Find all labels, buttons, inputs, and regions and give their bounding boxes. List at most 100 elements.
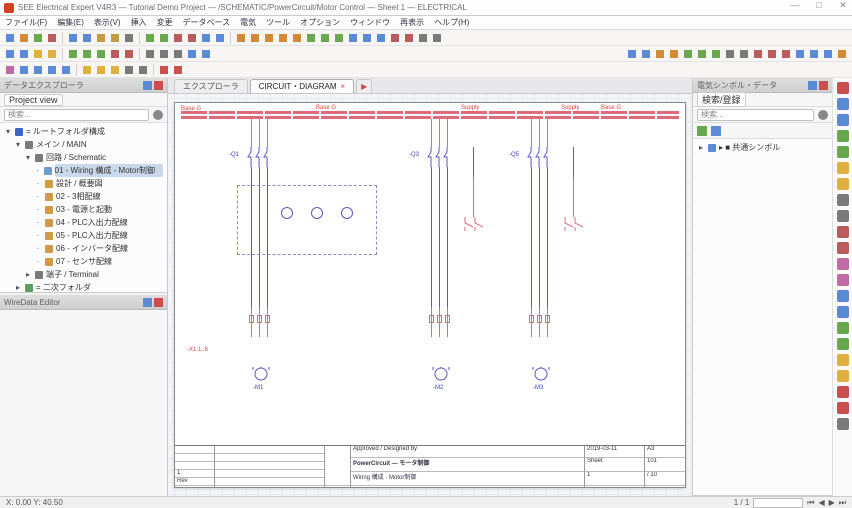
tree-row[interactable]: ·04 - PLC入出力配線	[4, 216, 163, 229]
left-subtab[interactable]: Project view	[4, 94, 63, 106]
tool-icon[interactable]	[60, 64, 72, 76]
breaker-symbol[interactable]	[247, 147, 273, 167]
doc-tab-active[interactable]: CIRCUIT・DIAGRAM×	[250, 79, 354, 93]
tool-icon[interactable]	[32, 64, 44, 76]
tool-icon[interactable]	[361, 32, 373, 44]
vtool-icon[interactable]	[837, 370, 849, 382]
filter-icon[interactable]	[697, 126, 707, 136]
tool-icon[interactable]	[291, 32, 303, 44]
tree-row[interactable]: ▾回路 / Schematic	[4, 151, 163, 164]
tool-icon[interactable]	[836, 48, 848, 60]
minimize-button[interactable]: —	[788, 0, 802, 11]
vtool-icon[interactable]	[837, 146, 849, 158]
tool-icon[interactable]	[172, 64, 184, 76]
tool-icon[interactable]	[95, 64, 107, 76]
menu-item[interactable]: 表示(V)	[91, 17, 124, 28]
tool-icon[interactable]	[123, 32, 135, 44]
nav-last-icon[interactable]: ⏭	[839, 498, 846, 508]
tool-icon[interactable]	[403, 32, 415, 44]
tool-icon[interactable]	[186, 32, 198, 44]
vtool-icon[interactable]	[837, 306, 849, 318]
tool-icon[interactable]	[417, 32, 429, 44]
tool-icon[interactable]	[389, 32, 401, 44]
tool-icon[interactable]	[18, 64, 30, 76]
tool-icon[interactable]	[738, 48, 750, 60]
tool-icon[interactable]	[144, 32, 156, 44]
tool-icon[interactable]	[654, 48, 666, 60]
menu-item[interactable]: オプション	[297, 17, 343, 28]
vtool-icon[interactable]	[837, 226, 849, 238]
tool-icon[interactable]	[263, 32, 275, 44]
tool-icon[interactable]	[277, 32, 289, 44]
tree-row[interactable]: ·05 - PLC入出力配線	[4, 229, 163, 242]
menu-item[interactable]: 電気	[237, 17, 259, 28]
tree-row[interactable]: ▸端子 / Terminal	[4, 268, 163, 281]
tool-icon[interactable]	[794, 48, 806, 60]
vtool-icon[interactable]	[837, 82, 849, 94]
tool-icon[interactable]	[46, 48, 58, 60]
tool-icon[interactable]	[32, 48, 44, 60]
motor-symbol[interactable]	[429, 367, 453, 381]
right-subtab[interactable]: 検索/登録	[697, 92, 746, 107]
tool-icon[interactable]	[172, 48, 184, 60]
nav-next-icon[interactable]: ▶	[829, 498, 835, 507]
nav-prev-icon[interactable]: ◀	[818, 498, 824, 507]
tool-icon[interactable]	[696, 48, 708, 60]
tool-icon[interactable]	[752, 48, 764, 60]
tool-icon[interactable]	[67, 32, 79, 44]
menu-item[interactable]: ヘルプ(H)	[431, 17, 472, 28]
symbol-tree[interactable]: ▸▸ ■ 共通シンボル	[693, 139, 832, 496]
tool-icon[interactable]	[4, 48, 16, 60]
tool-icon[interactable]	[95, 48, 107, 60]
tree-row[interactable]: ·01 - Wiring 構成 - Motor制御	[4, 164, 163, 177]
tool-icon[interactable]	[46, 64, 58, 76]
vtool-icon[interactable]	[837, 114, 849, 126]
nav-first-icon[interactable]: ⏮	[807, 498, 814, 508]
menu-item[interactable]: ツール	[263, 17, 293, 28]
close-icon[interactable]	[154, 81, 163, 90]
tool-icon[interactable]	[724, 48, 736, 60]
vtool-icon[interactable]	[837, 386, 849, 398]
tool-icon[interactable]	[333, 32, 345, 44]
tree-row[interactable]: ·03 - 電源と起動	[4, 203, 163, 216]
tool-icon[interactable]	[18, 48, 30, 60]
menu-item[interactable]: 編集(E)	[54, 17, 87, 28]
tool-icon[interactable]	[158, 32, 170, 44]
tree-row[interactable]: ·設計 / 概要図	[4, 177, 163, 190]
vtool-icon[interactable]	[837, 194, 849, 206]
close-icon[interactable]: ×	[341, 82, 346, 91]
tool-icon[interactable]	[18, 32, 30, 44]
vtool-icon[interactable]	[837, 242, 849, 254]
tool-icon[interactable]	[235, 32, 247, 44]
pin-icon[interactable]	[143, 298, 152, 307]
tool-icon[interactable]	[347, 32, 359, 44]
tree-row[interactable]: ·02 - 3相配線	[4, 190, 163, 203]
menu-item[interactable]: 変更	[154, 17, 176, 28]
tool-icon[interactable]	[431, 32, 443, 44]
symbol-search[interactable]: 検索...	[697, 109, 814, 121]
vtool-icon[interactable]	[837, 322, 849, 334]
tree-row[interactable]: ▾= ルートフォルダ構成	[4, 125, 163, 138]
tool-icon[interactable]	[81, 64, 93, 76]
tool-icon[interactable]	[766, 48, 778, 60]
tool-icon[interactable]	[640, 48, 652, 60]
tool-icon[interactable]	[4, 32, 16, 44]
tool-icon[interactable]	[109, 64, 121, 76]
symbol-group[interactable]: ▸ ■ 共通シンボル	[719, 141, 780, 154]
project-tree[interactable]: ▾= ルートフォルダ構成▾メイン / MAIN▾回路 / Schematic·0…	[0, 123, 167, 293]
tool-icon[interactable]	[305, 32, 317, 44]
tool-icon[interactable]	[67, 48, 79, 60]
search-icon[interactable]	[818, 110, 828, 120]
right-panel-header[interactable]: 電気シンボル・データ	[693, 78, 832, 93]
tool-icon[interactable]	[158, 48, 170, 60]
menu-item[interactable]: データベース	[180, 17, 234, 28]
vtool-icon[interactable]	[837, 98, 849, 110]
doc-tab[interactable]: エクスプローラ	[174, 79, 248, 93]
tool-icon[interactable]	[200, 48, 212, 60]
tool-icon[interactable]	[808, 48, 820, 60]
vtool-icon[interactable]	[837, 162, 849, 174]
breaker-symbol[interactable]	[427, 147, 453, 167]
props-panel-header[interactable]: WireData Editor	[0, 295, 167, 310]
tool-icon[interactable]	[109, 32, 121, 44]
vtool-icon[interactable]	[837, 338, 849, 350]
